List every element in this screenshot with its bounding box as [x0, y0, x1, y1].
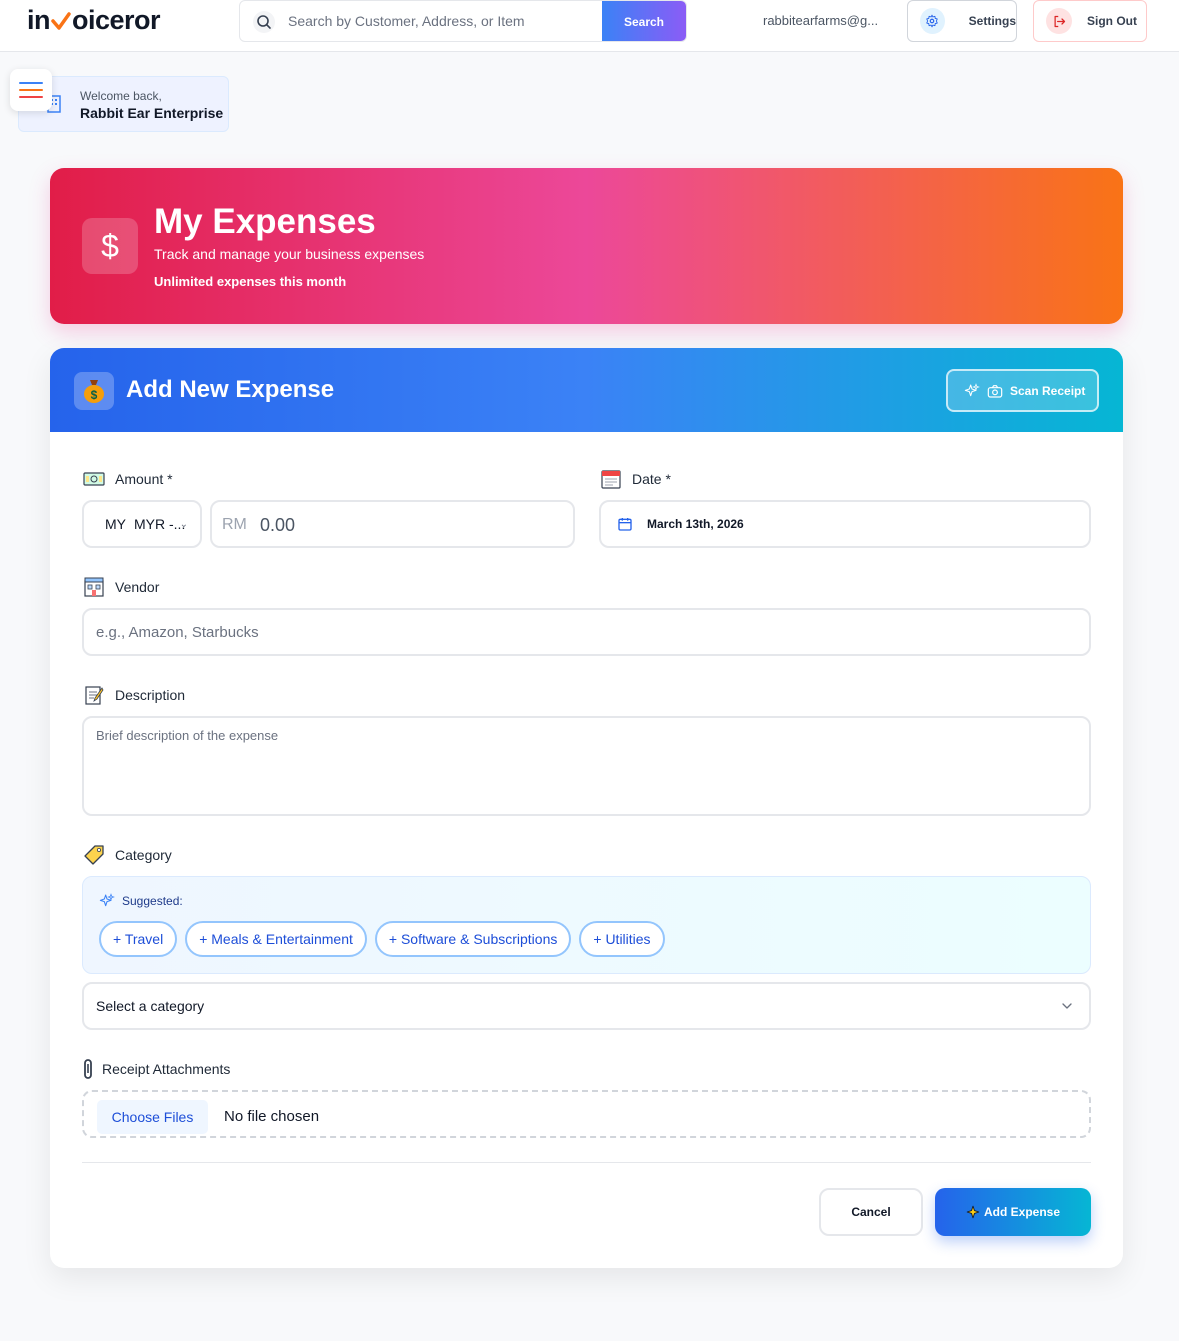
currency-code: MYR -... [134, 516, 186, 532]
suggestion-chip-meals[interactable]: + Meals & Entertainment [185, 921, 367, 957]
suggestion-chip-software[interactable]: + Software & Subscriptions [374, 921, 572, 957]
menu-button[interactable] [10, 69, 52, 111]
description-label: Description [82, 684, 185, 706]
settings-label: Settings [968, 14, 1016, 28]
sign-out-icon [1054, 15, 1065, 27]
suggestion-chips: + Travel + Meals & Entertainment + Softw… [99, 921, 665, 957]
category-select-value: Select a category [96, 998, 205, 1014]
app-logo[interactable]: in oiceror [27, 5, 161, 36]
page-subtitle: Track and manage your business expenses [154, 246, 425, 262]
tag-icon [82, 844, 106, 866]
sparkle-icon [964, 382, 980, 396]
form-header: $ Add New Expense Scan Receipt [50, 348, 1123, 432]
paperclip-icon [82, 1058, 94, 1080]
currency-symbol: RM [222, 516, 247, 533]
money-icon [82, 468, 106, 490]
suggestion-chip-utilities[interactable]: + Utilities [579, 921, 665, 957]
amount-input[interactable] [260, 512, 560, 538]
welcome-greeting: Welcome back, [80, 89, 162, 103]
divider [82, 1162, 1091, 1163]
dollar-icon: $ [82, 218, 138, 274]
sign-out-label: Sign Out [1087, 14, 1137, 28]
plan-note: Unlimited expenses this month [154, 274, 347, 289]
logo-check-icon [51, 11, 71, 30]
choose-files-button[interactable]: Choose Files [97, 1100, 208, 1134]
gear-icon [926, 14, 939, 28]
currency-flag: MY [105, 516, 126, 532]
scan-receipt-label: Scan Receipt [1010, 383, 1086, 398]
vendor-input[interactable] [96, 620, 1066, 644]
logo-prefix: in [27, 5, 51, 35]
currency-select[interactable]: MY MYR -... ⌄ [82, 500, 202, 548]
cancel-button[interactable]: Cancel [819, 1188, 923, 1236]
file-upload: Choose Files No file chosen [82, 1090, 1091, 1138]
sparkle-icon [966, 1205, 980, 1219]
store-icon [82, 576, 106, 598]
amount-label: Amount * [82, 468, 173, 490]
date-value: March 13th, 2026 [647, 517, 744, 531]
expenses-hero-banner: $ My Expenses Track and manage your busi… [50, 168, 1123, 324]
page-title: My Expenses [154, 202, 376, 241]
svg-text:$: $ [91, 388, 98, 402]
search-icon [253, 11, 275, 33]
category-select[interactable]: Select a category [82, 982, 1091, 1030]
memo-icon [82, 684, 106, 706]
chevron-down-icon: ⌄ [179, 519, 188, 530]
add-expense-card: $ Add New Expense Scan Receipt Amount * … [50, 348, 1123, 1268]
sparkle-icon [99, 893, 115, 907]
suggested-label: Suggested: [99, 893, 183, 909]
top-bar: in oiceror Search rabbitearfarms@g... Se… [0, 0, 1179, 52]
user-email[interactable]: rabbitearfarms@g... [763, 13, 878, 28]
vendor-label: Vendor [82, 576, 159, 598]
form-title: Add New Expense [126, 376, 335, 403]
amount-field: RM [210, 500, 575, 548]
money-bag-icon: $ [74, 372, 114, 410]
calendar-icon [618, 518, 632, 531]
search-bar: Search [239, 0, 687, 42]
hamburger-icon [19, 82, 43, 98]
add-expense-label: Add Expense [983, 1205, 1061, 1219]
sign-out-button[interactable]: Sign Out [1033, 0, 1147, 42]
category-label: Category [82, 844, 172, 866]
description-field [82, 716, 1091, 816]
scan-receipt-button[interactable]: Scan Receipt [946, 369, 1099, 412]
chevron-down-icon [1062, 1003, 1072, 1009]
description-textarea[interactable] [96, 728, 1076, 804]
category-suggestions: Suggested: + Travel + Meals & Entertainm… [82, 876, 1091, 974]
vendor-field [82, 608, 1091, 656]
calendar-emoji-icon [599, 468, 623, 490]
camera-icon [987, 384, 1003, 398]
search-input[interactable] [288, 1, 598, 41]
date-picker[interactable]: March 13th, 2026 [599, 500, 1091, 548]
settings-button[interactable]: Settings [907, 0, 1017, 42]
attachments-label: Receipt Attachments [82, 1058, 230, 1080]
add-expense-button[interactable]: Add Expense [935, 1188, 1091, 1236]
file-status: No file chosen [224, 1108, 320, 1125]
search-button[interactable]: Search [602, 1, 686, 41]
suggestion-chip-travel[interactable]: + Travel [99, 921, 178, 957]
logo-suffix: oiceror [72, 5, 161, 35]
business-name: Rabbit Ear Enterprise [80, 105, 224, 121]
date-label: Date * [599, 468, 671, 490]
